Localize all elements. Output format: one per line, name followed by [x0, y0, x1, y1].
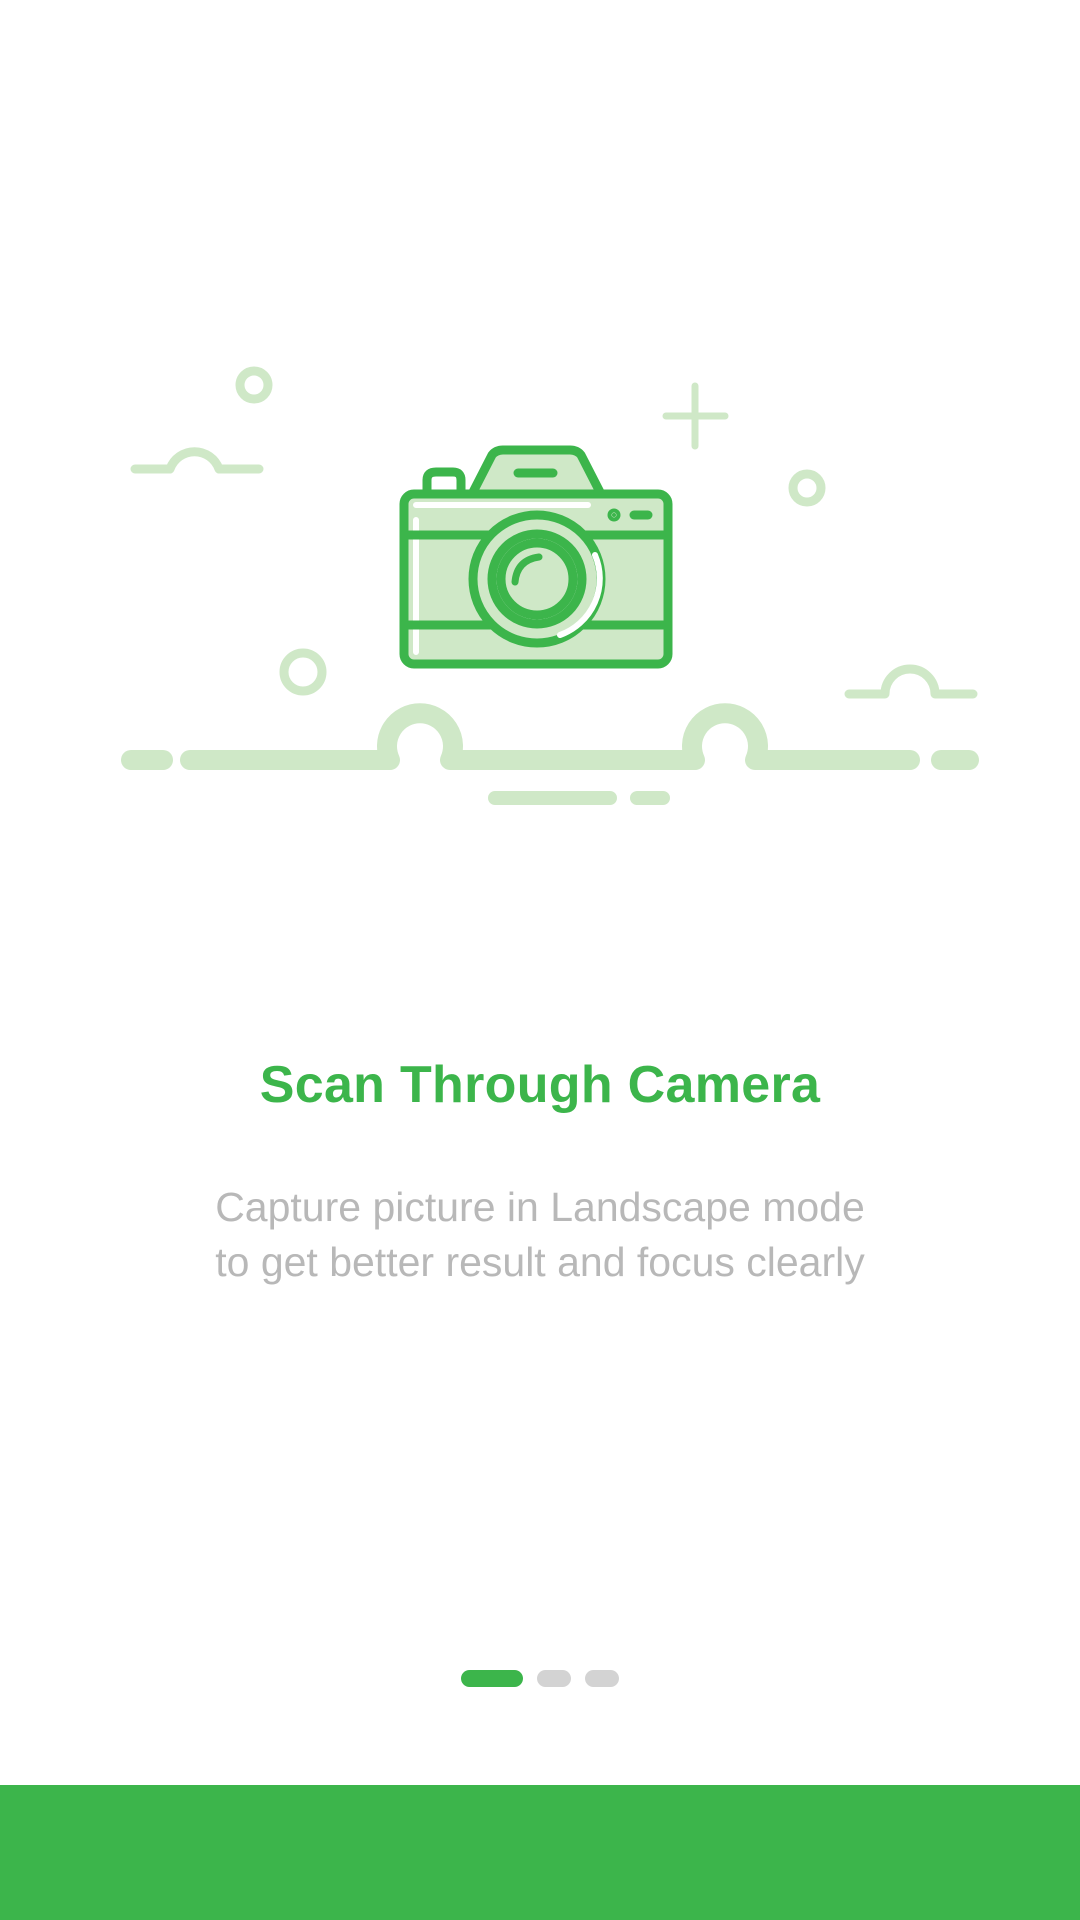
cloud-shape-right	[844, 664, 978, 699]
camera-indicator	[607, 508, 621, 522]
cloud-shape-left	[130, 447, 264, 474]
description-line: to get better result and focus clearly	[215, 1239, 865, 1285]
camera-illustration	[121, 366, 979, 805]
page-dot[interactable]	[585, 1670, 619, 1687]
page-dot-active[interactable]	[461, 1670, 523, 1687]
ground-line	[180, 703, 920, 770]
camera-icon	[399, 445, 673, 669]
sparkle-shape	[662, 382, 729, 450]
ring-shape	[235, 366, 273, 404]
description-line: Capture picture in Landscape mode	[215, 1184, 865, 1230]
ring-shape	[279, 648, 327, 696]
onboarding-title: Scan Through Camera	[259, 1056, 821, 1114]
page-indicator	[0, 1670, 1080, 1688]
page-dot[interactable]	[537, 1670, 571, 1687]
onboarding-description: Capture picture in Landscape mode to get…	[0, 1180, 1080, 1290]
bottom-action-bar[interactable]	[0, 1785, 1080, 1920]
ring-shape	[788, 469, 826, 507]
